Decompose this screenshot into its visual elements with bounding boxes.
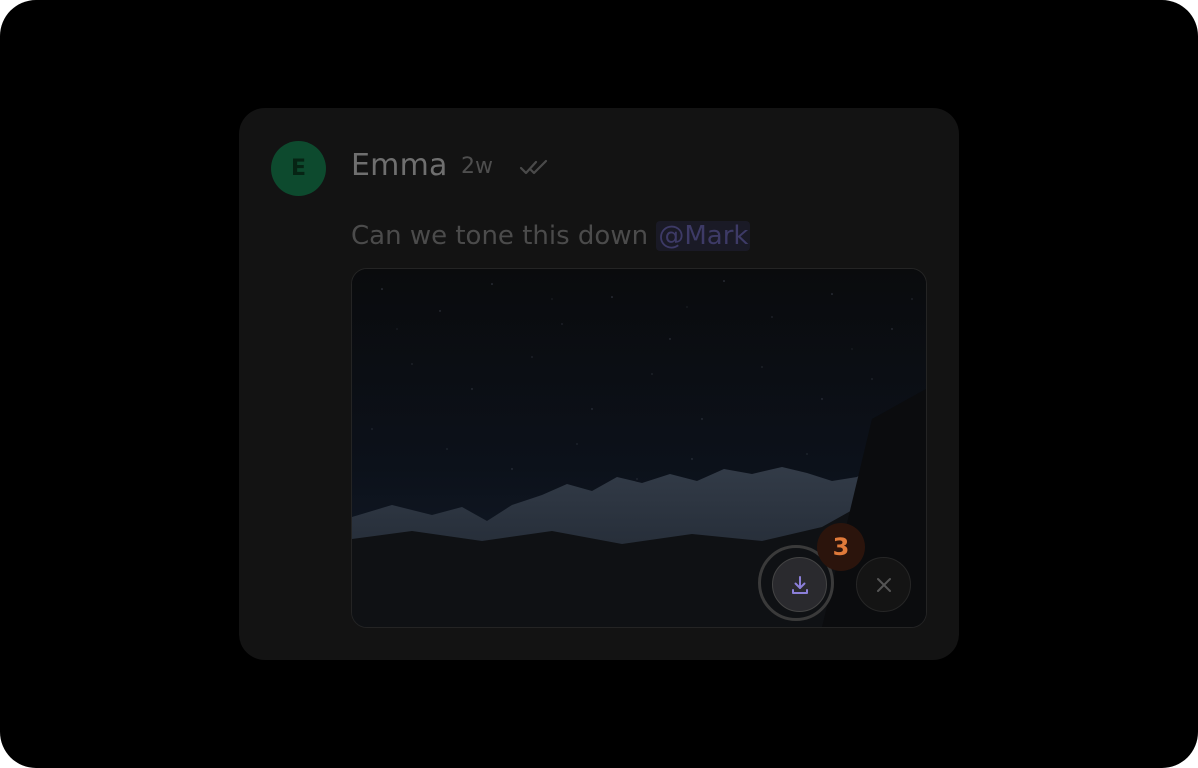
message-body: Can we tone this down [351, 221, 657, 251]
timestamp: 2w [461, 154, 493, 179]
mention-link[interactable]: @Mark [656, 221, 751, 251]
download-icon [791, 575, 808, 594]
message-text: Can we tone this down @Mark [351, 221, 751, 251]
landscape-image [352, 269, 926, 627]
avatar[interactable]: E [271, 141, 326, 196]
message-card: E Emma 2w Can we tone this down @Mark 3 [239, 108, 959, 660]
author-name[interactable]: Emma [351, 148, 448, 183]
download-button[interactable] [772, 557, 827, 612]
close-button[interactable] [856, 557, 911, 612]
image-attachment[interactable] [351, 268, 927, 628]
close-icon [876, 577, 891, 592]
double-check-icon [519, 159, 548, 175]
avatar-initial: E [290, 156, 307, 181]
count-badge: 3 [817, 523, 865, 571]
screen: E Emma 2w Can we tone this down @Mark 3 [0, 0, 1198, 768]
